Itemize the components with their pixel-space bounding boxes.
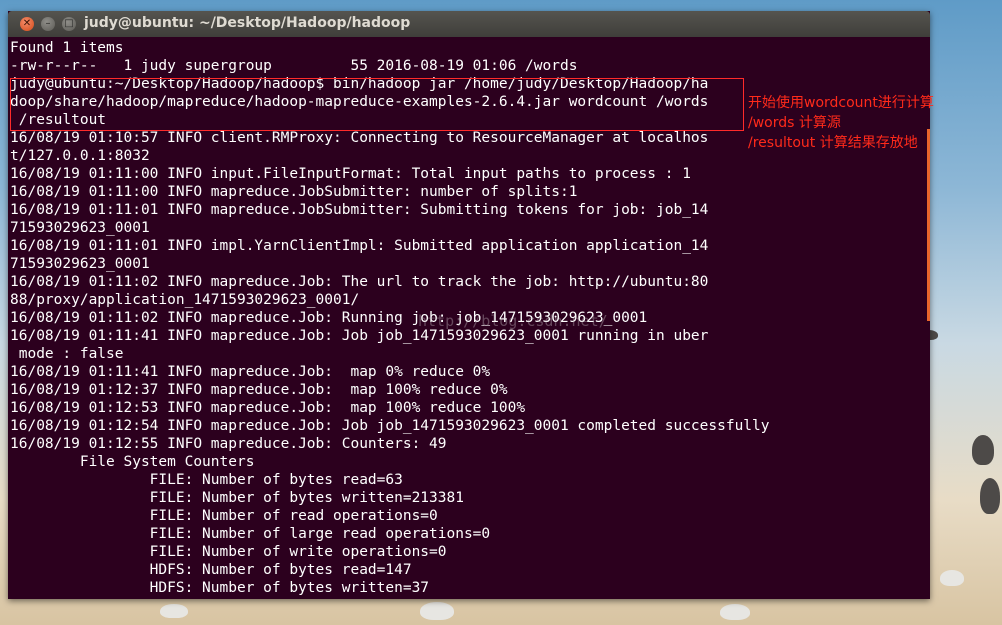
terminal-line: FILE: Number of write operations=0 [10,544,447,560]
terminal-line: FILE: Number of large read operations=0 [10,526,491,542]
annotation-note: /resultout 计算结果存放地 [748,135,918,151]
terminal-line: File System Counters [10,454,255,470]
terminal-line: mode : false [10,346,124,362]
terminal-line: t/127.0.0.1:8032 [10,148,150,164]
terminal-line: 16/08/19 01:12:55 INFO mapreduce.Job: Co… [10,436,447,452]
terminal-line: -rw-r--r-- 1 judy supergroup 55 2016-08-… [10,58,578,74]
annotation-note: 开始使用wordcount进行计算 [748,95,934,111]
terminal-line: 16/08/19 01:11:02 INFO mapreduce.Job: Th… [10,274,709,290]
bird-decoration [720,604,750,620]
terminal-line: 16/08/19 01:12:37 INFO mapreduce.Job: ma… [10,382,508,398]
bird-decoration [940,570,964,586]
maximize-icon[interactable]: □ [62,17,76,31]
blog-watermark: http://blog.csdn.net/ [418,312,608,330]
terminal-line: 16/08/19 01:11:00 INFO input.FileInputFo… [10,166,691,182]
terminal-line: 88/proxy/application_1471593029623_0001/ [10,292,360,308]
terminal-line: FILE: Number of bytes read=63 [10,472,403,488]
terminal-line: 16/08/19 01:11:01 INFO mapreduce.JobSubm… [10,202,709,218]
terminal-line: FILE: Number of read operations=0 [10,508,438,524]
terminal-line: 16/08/19 01:10:57 INFO client.RMProxy: C… [10,130,709,146]
terminal-line: 16/08/19 01:12:54 INFO mapreduce.Job: Jo… [10,418,770,434]
terminal-line: 16/08/19 01:11:00 INFO mapreduce.JobSubm… [10,184,578,200]
terminal-line: Found 1 items [10,40,124,56]
terminal-line: 16/08/19 01:11:01 INFO impl.YarnClientIm… [10,238,709,254]
annotation-note: /words 计算源 [748,115,841,131]
minimize-icon[interactable]: – [41,17,55,31]
window-titlebar[interactable]: ✕ – □ judy@ubuntu: ~/Desktop/Hadoop/hado… [8,11,930,37]
terminal-line: 71593029623_0001 [10,220,150,236]
bird-decoration [972,435,994,465]
terminal-line: 16/08/19 01:11:41 INFO mapreduce.Job: ma… [10,364,491,380]
terminal-line: 71593029623_0001 [10,256,150,272]
close-icon[interactable]: ✕ [20,17,34,31]
terminal-line: 16/08/19 01:12:53 INFO mapreduce.Job: ma… [10,400,526,416]
bird-decoration [420,602,454,620]
window-title: judy@ubuntu: ~/Desktop/Hadoop/hadoop [84,15,411,31]
annotation-highlight-box [10,78,744,131]
terminal-line: HDFS: Number of bytes read=147 [10,562,412,578]
terminal-line: FILE: Number of bytes written=213381 [10,490,464,506]
bird-decoration [980,478,1000,514]
scrollbar[interactable] [927,129,930,321]
bird-decoration [160,604,188,618]
terminal-line: HDFS: Number of bytes written=37 [10,580,430,596]
